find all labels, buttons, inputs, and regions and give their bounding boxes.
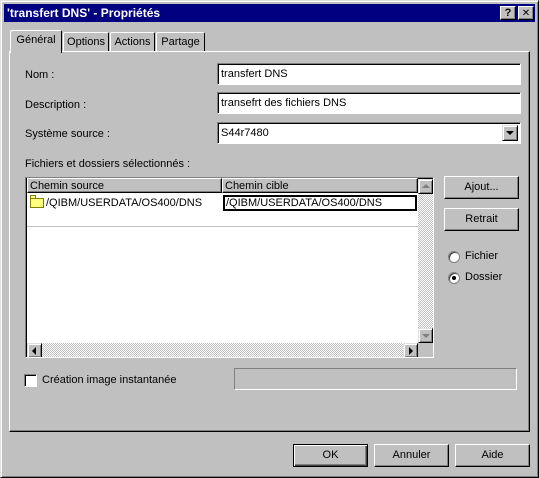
column-target-label: Chemin cible (225, 180, 289, 192)
tab-options-label: Options (67, 36, 105, 48)
scroll-down-button[interactable] (418, 328, 433, 343)
file-radio-label[interactable]: Fichier (465, 250, 498, 262)
name-field[interactable]: transfert DNS (217, 63, 521, 85)
scrollbar-corner (418, 343, 433, 357)
horizontal-scrollbar[interactable] (27, 343, 418, 357)
folder-radio[interactable] (448, 272, 460, 284)
snapshot-label[interactable]: Création image instantanée (42, 374, 177, 386)
row-divider (27, 226, 418, 227)
cancel-button-label: Annuler (392, 449, 431, 461)
description-value: transefrt des fichiers DNS (221, 97, 347, 109)
scroll-up-button[interactable] (418, 179, 433, 194)
tab-options[interactable]: Options (63, 32, 109, 52)
file-radio[interactable] (448, 251, 460, 263)
table-row[interactable]: /QIBM/USERDATA/OS400/DNS /QIBM/USERDATA/… (27, 195, 418, 212)
tab-general-label: Général (16, 34, 56, 46)
remove-button[interactable]: Retrait (444, 208, 519, 231)
general-panel: Nom : transfert DNS Description : transe… (9, 51, 530, 432)
chevron-down-icon (506, 131, 514, 135)
source-system-value: S44r7480 (221, 127, 269, 139)
name-value: transfert DNS (221, 68, 288, 80)
description-label: Description : (25, 99, 87, 111)
target-path-cell[interactable]: /QIBM/USERDATA/OS400/DNS (223, 195, 417, 211)
close-icon: ✕ (521, 8, 531, 19)
title-bar[interactable]: 'transfert DNS' - Propriétés ? ✕ (4, 4, 535, 22)
vertical-scrollbar[interactable] (418, 179, 433, 343)
files-table[interactable]: Chemin source Chemin cible /QIBM/USERDAT… (25, 177, 434, 358)
column-source-label: Chemin source (30, 180, 104, 192)
description-field[interactable]: transefrt des fichiers DNS (217, 92, 521, 114)
source-system-select[interactable]: S44r7480 (217, 122, 521, 144)
arrow-up-icon (422, 184, 430, 188)
close-button[interactable]: ✕ (518, 6, 534, 20)
arrow-down-icon (422, 334, 430, 338)
remove-button-label: Retrait (465, 213, 498, 225)
scroll-right-button[interactable] (403, 343, 418, 357)
folder-radio-label[interactable]: Dossier (465, 271, 502, 283)
properties-dialog: 'transfert DNS' - Propriétés ? ✕ Général… (0, 0, 539, 478)
tab-partage[interactable]: Partage (156, 32, 205, 52)
dropdown-button[interactable] (502, 125, 518, 141)
tab-partage-label: Partage (161, 36, 200, 48)
snapshot-field (234, 368, 517, 390)
ok-button-label: OK (322, 449, 339, 461)
tab-actions[interactable]: Actions (110, 32, 155, 52)
target-path-value: /QIBM/USERDATA/OS400/DNS (226, 197, 383, 209)
snapshot-checkbox[interactable] (24, 374, 37, 387)
arrow-left-icon (32, 347, 36, 355)
cancel-button[interactable]: Annuler (374, 444, 449, 467)
tab-general[interactable]: Général (10, 30, 62, 53)
scroll-left-button[interactable] (27, 343, 42, 357)
column-header-source[interactable]: Chemin source (27, 178, 222, 193)
add-button-label: Ajout... (464, 181, 499, 193)
help-footer-button[interactable]: Aide (455, 444, 530, 467)
tab-actions-label: Actions (114, 36, 151, 48)
add-button[interactable]: Ajout... (444, 176, 519, 199)
arrow-right-icon (409, 347, 413, 355)
ok-button[interactable]: OK (293, 444, 368, 467)
files-label: Fichiers et dossiers sélectionnés : (25, 158, 191, 170)
source-system-label: Système source : (25, 128, 110, 140)
column-header-target[interactable]: Chemin cible (222, 178, 418, 193)
name-label: Nom : (25, 69, 55, 81)
help-button[interactable]: ? (500, 6, 516, 20)
source-path-cell: /QIBM/USERDATA/OS400/DNS (46, 197, 203, 209)
help-icon: ? (504, 7, 512, 19)
folder-icon (30, 195, 44, 208)
window-title: 'transfert DNS' - Propriétés (7, 6, 161, 20)
help-footer-button-label: Aide (481, 449, 504, 461)
